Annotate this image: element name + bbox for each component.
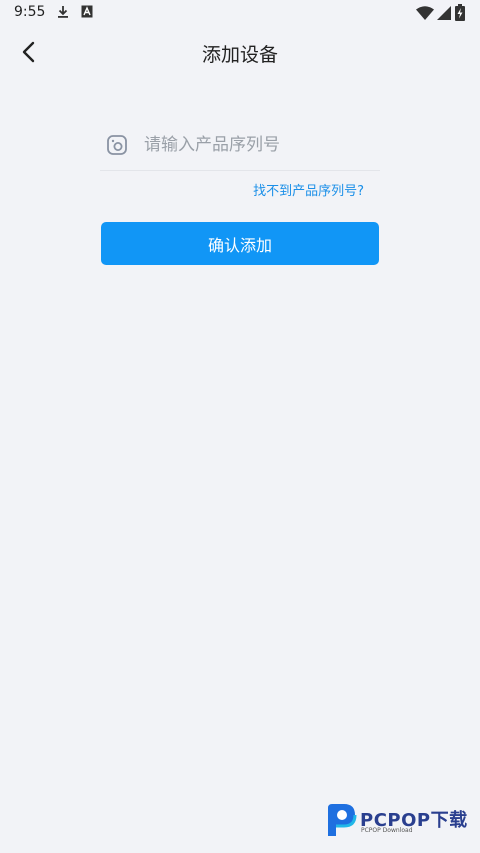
status-time: 9:55: [14, 4, 46, 20]
app-notification-icon: [81, 5, 93, 18]
serial-number-field: [100, 124, 380, 171]
confirm-add-button[interactable]: 确认添加: [101, 222, 379, 265]
page-title: 添加设备: [201, 44, 278, 66]
wifi-icon: [416, 6, 434, 20]
battery-charging-icon: [455, 4, 465, 21]
device-serial-icon: [107, 135, 127, 155]
cannot-find-serial-link[interactable]: 找不到产品序列号?: [100, 180, 364, 199]
watermark: PCPOP下载 PCPOP Download: [324, 800, 474, 840]
nav-bar: 添加设备: [0, 26, 480, 78]
watermark-subtitle: PCPOP Download: [361, 827, 413, 834]
status-bar: 9:55: [0, 0, 480, 26]
download-icon: [58, 6, 68, 18]
serial-number-input[interactable]: [144, 130, 374, 160]
signal-icon: [437, 6, 451, 20]
pcpop-logo-icon: [328, 804, 357, 836]
